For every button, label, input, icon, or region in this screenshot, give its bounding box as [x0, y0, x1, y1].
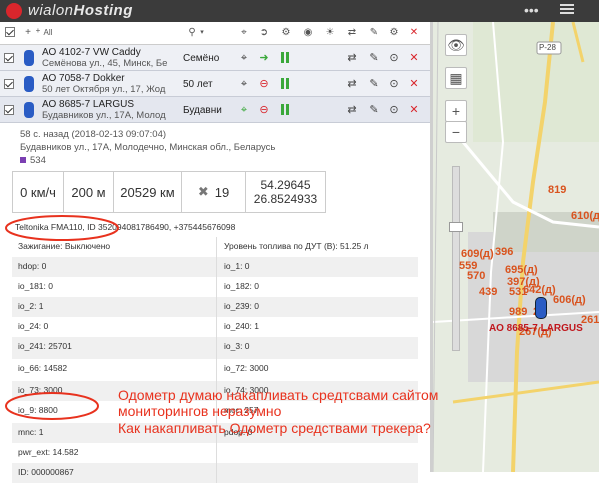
annotation-ellipse-hardware [5, 215, 119, 241]
annotation-text-1: Одометр думаю накапливать средтсвами сай… [118, 387, 439, 403]
annotation-ellipse-odometer [5, 392, 99, 420]
annotation-text-3: Как накапливать Одометр средствами треке… [118, 420, 431, 436]
annotation-text-2: мониторингов неразумно [118, 403, 282, 419]
